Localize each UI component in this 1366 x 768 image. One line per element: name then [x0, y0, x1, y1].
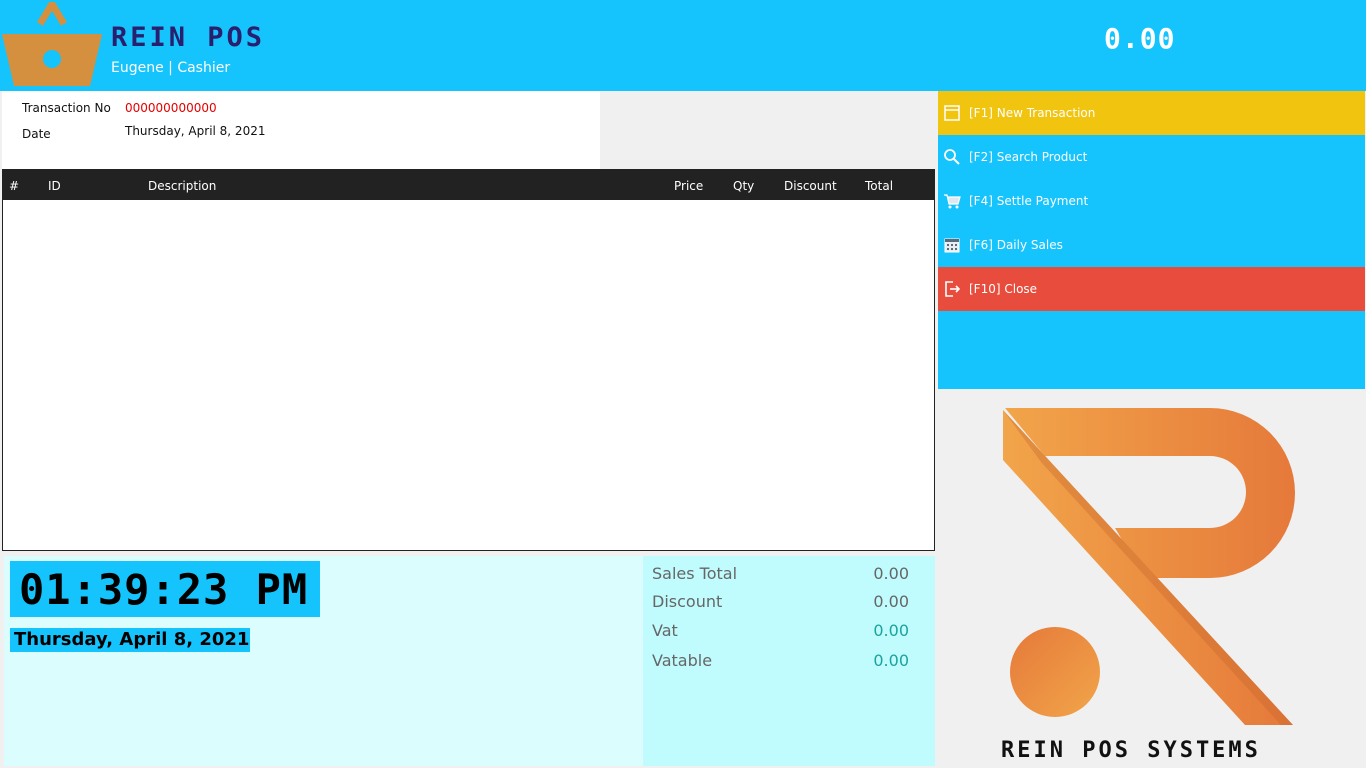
column-header-number[interactable]: #: [9, 179, 19, 193]
side-menu: [F1] New Transaction [F2] Search Product…: [938, 91, 1365, 389]
date-label: Date: [22, 127, 51, 141]
new-transaction-label: [F1] New Transaction: [969, 106, 1096, 120]
app-title: REIN POS: [111, 22, 266, 53]
transaction-no-value: 000000000000: [125, 101, 217, 115]
vat-label: Vat: [652, 621, 678, 640]
date-value: Thursday, April 8, 2021: [125, 124, 266, 138]
close-button[interactable]: [F10] Close: [938, 267, 1365, 311]
daily-sales-button[interactable]: [F6] Daily Sales: [938, 223, 1365, 267]
cart-table-header: # ID Description Price Qty Discount Tota…: [3, 170, 934, 200]
vatable-value: 0.00: [873, 651, 909, 670]
discount-label: Discount: [652, 592, 723, 611]
settle-payment-button[interactable]: [F4] Settle Payment: [938, 179, 1365, 223]
window-icon: [944, 105, 960, 121]
transaction-no-label: Transaction No: [22, 101, 111, 115]
sales-total-value: 0.00: [873, 564, 909, 583]
column-header-discount[interactable]: Discount: [784, 179, 837, 193]
brand-name: REIN POS SYSTEMS: [1001, 738, 1261, 763]
totals-panel: Sales Total 0.00 Discount 0.00 Vat 0.00 …: [643, 556, 935, 766]
transaction-info-panel: Transaction No 000000000000 Date Thursda…: [2, 91, 600, 169]
search-icon: [944, 149, 960, 165]
column-header-id[interactable]: ID: [48, 179, 61, 193]
cart-table[interactable]: # ID Description Price Qty Discount Tota…: [2, 169, 935, 551]
pos-window: REIN POS Eugene | Cashier 0.00 Transacti…: [0, 0, 1366, 768]
discount-value: 0.00: [873, 592, 909, 611]
grand-total-display: 0.00: [1104, 22, 1176, 55]
search-product-button[interactable]: [F2] Search Product: [938, 135, 1365, 179]
column-header-description[interactable]: Description: [148, 179, 216, 193]
sales-total-label: Sales Total: [652, 564, 738, 583]
vat-value: 0.00: [873, 621, 909, 640]
user-info: Eugene | Cashier: [111, 60, 231, 76]
search-product-label: [F2] Search Product: [969, 150, 1088, 164]
column-header-qty[interactable]: Qty: [733, 179, 754, 193]
daily-sales-label: [F6] Daily Sales: [969, 238, 1063, 252]
new-transaction-button[interactable]: [F1] New Transaction: [938, 91, 1365, 135]
close-label: [F10] Close: [969, 282, 1038, 296]
clock-date-box: Thursday, April 8, 2021: [10, 628, 250, 652]
clock-date: Thursday, April 8, 2021: [14, 629, 250, 650]
clock-time-box: 01:39:23 PM: [10, 561, 320, 617]
rein-pos-logo-icon: [1003, 408, 1295, 725]
vatable-label: Vatable: [652, 651, 713, 670]
basket-logo-icon: [2, 2, 102, 86]
exit-icon: [945, 281, 961, 297]
column-header-total[interactable]: Total: [865, 179, 893, 193]
clock-time: 01:39:23 PM: [19, 565, 309, 614]
cart-icon: [944, 194, 961, 209]
clock-panel: 01:39:23 PM Thursday, April 8, 2021: [4, 556, 644, 766]
settle-payment-label: [F4] Settle Payment: [969, 194, 1089, 208]
calendar-icon: [944, 238, 960, 253]
header-bar: REIN POS Eugene | Cashier 0.00: [0, 0, 1366, 91]
column-header-price[interactable]: Price: [674, 179, 703, 193]
